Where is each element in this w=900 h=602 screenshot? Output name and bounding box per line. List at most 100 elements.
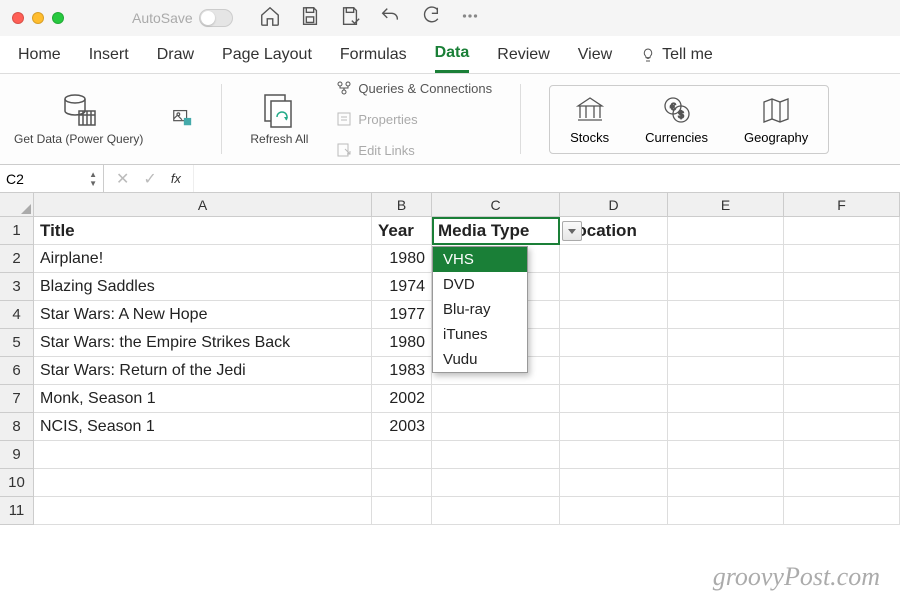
tab-page-layout[interactable]: Page Layout (222, 46, 312, 72)
cell[interactable]: 2002 (372, 385, 432, 413)
cell[interactable]: Monk, Season 1 (34, 385, 372, 413)
cell[interactable] (784, 441, 900, 469)
enter-icon[interactable]: ✓ (143, 169, 156, 189)
row-header[interactable]: 2 (0, 245, 34, 273)
from-picture-icon[interactable] (171, 106, 193, 133)
currencies-button[interactable]: €$ Currencies (645, 94, 708, 145)
cell[interactable] (34, 469, 372, 497)
cell[interactable] (560, 301, 668, 329)
tab-formulas[interactable]: Formulas (340, 46, 407, 72)
cell[interactable]: Star Wars: the Empire Strikes Back (34, 329, 372, 357)
cell[interactable]: 1977 (372, 301, 432, 329)
autosave-toggle[interactable]: AutoSave (132, 9, 233, 27)
dropdown-option[interactable]: iTunes (433, 322, 527, 347)
cell[interactable] (560, 413, 668, 441)
cell[interactable] (668, 497, 784, 525)
cell[interactable] (560, 497, 668, 525)
select-all-corner[interactable] (0, 193, 34, 217)
cell[interactable] (560, 357, 668, 385)
cell[interactable] (784, 273, 900, 301)
row-header[interactable]: 7 (0, 385, 34, 413)
cell[interactable] (560, 245, 668, 273)
cell[interactable] (560, 385, 668, 413)
cell[interactable]: NCIS, Season 1 (34, 413, 372, 441)
tab-data[interactable]: Data (435, 44, 470, 73)
row-header[interactable]: 9 (0, 441, 34, 469)
cell[interactable] (372, 469, 432, 497)
tab-review[interactable]: Review (497, 46, 549, 72)
cell[interactable] (784, 329, 900, 357)
row-header[interactable]: 10 (0, 469, 34, 497)
col-header-C[interactable]: C (432, 193, 560, 217)
tab-view[interactable]: View (578, 46, 612, 72)
col-header-A[interactable]: A (34, 193, 372, 217)
tab-draw[interactable]: Draw (157, 46, 194, 72)
cell[interactable] (432, 469, 560, 497)
cell[interactable]: Title (34, 217, 372, 245)
tell-me-button[interactable]: Tell me (640, 46, 713, 72)
cell[interactable] (34, 497, 372, 525)
cell[interactable] (668, 329, 784, 357)
col-header-E[interactable]: E (668, 193, 784, 217)
cell[interactable] (784, 357, 900, 385)
cell[interactable] (560, 329, 668, 357)
cell[interactable] (668, 217, 784, 245)
cell[interactable] (560, 273, 668, 301)
stocks-button[interactable]: Stocks (570, 94, 609, 145)
cell[interactable]: Blazing Saddles (34, 273, 372, 301)
minimize-window-button[interactable] (32, 12, 44, 24)
get-data-button[interactable]: Get Data (Power Query) (14, 91, 143, 146)
cell[interactable] (560, 441, 668, 469)
dropdown-button[interactable] (562, 221, 582, 241)
cell[interactable]: Star Wars: Return of the Jedi (34, 357, 372, 385)
row-header[interactable]: 11 (0, 497, 34, 525)
cell[interactable] (372, 497, 432, 525)
cell[interactable]: 1980 (372, 329, 432, 357)
fx-icon[interactable]: fx (171, 171, 181, 186)
cell[interactable] (432, 497, 560, 525)
cell[interactable] (432, 413, 560, 441)
namebox-stepper[interactable]: ▲▼ (89, 170, 97, 188)
cell[interactable] (784, 413, 900, 441)
row-header[interactable]: 3 (0, 273, 34, 301)
more-icon[interactable] (459, 5, 481, 32)
queries-connections-button[interactable]: Queries & Connections (336, 74, 492, 102)
cell[interactable] (784, 301, 900, 329)
cell[interactable] (668, 413, 784, 441)
col-header-D[interactable]: D (560, 193, 668, 217)
cell[interactable] (432, 385, 560, 413)
row-header[interactable]: 5 (0, 329, 34, 357)
save-as-icon[interactable] (339, 5, 361, 32)
formula-input[interactable] (193, 165, 900, 192)
refresh-all-button[interactable]: Refresh All (250, 91, 308, 146)
cell[interactable] (34, 441, 372, 469)
cell[interactable]: Media Type (432, 217, 560, 245)
cell[interactable] (372, 441, 432, 469)
undo-icon[interactable] (379, 5, 401, 32)
row-header[interactable]: 4 (0, 301, 34, 329)
home-icon[interactable] (259, 5, 281, 32)
cell[interactable]: Airplane! (34, 245, 372, 273)
cell[interactable]: 1983 (372, 357, 432, 385)
row-header[interactable]: 6 (0, 357, 34, 385)
row-header[interactable]: 8 (0, 413, 34, 441)
cell[interactable]: Year (372, 217, 432, 245)
dropdown-option[interactable]: VHS (433, 247, 527, 272)
dropdown-option[interactable]: Vudu (433, 347, 527, 372)
cell[interactable] (668, 273, 784, 301)
col-header-B[interactable]: B (372, 193, 432, 217)
cell[interactable] (784, 217, 900, 245)
dropdown-option[interactable]: DVD (433, 272, 527, 297)
tab-insert[interactable]: Insert (89, 46, 129, 72)
cell[interactable] (560, 469, 668, 497)
cell[interactable] (668, 301, 784, 329)
cell[interactable]: 1980 (372, 245, 432, 273)
edit-links-button[interactable]: Edit Links (336, 136, 414, 164)
cancel-icon[interactable]: ✕ (116, 169, 129, 189)
close-window-button[interactable] (12, 12, 24, 24)
cell[interactable] (784, 469, 900, 497)
cell[interactable] (784, 497, 900, 525)
cell[interactable]: 2003 (372, 413, 432, 441)
fullscreen-window-button[interactable] (52, 12, 64, 24)
save-icon[interactable] (299, 5, 321, 32)
